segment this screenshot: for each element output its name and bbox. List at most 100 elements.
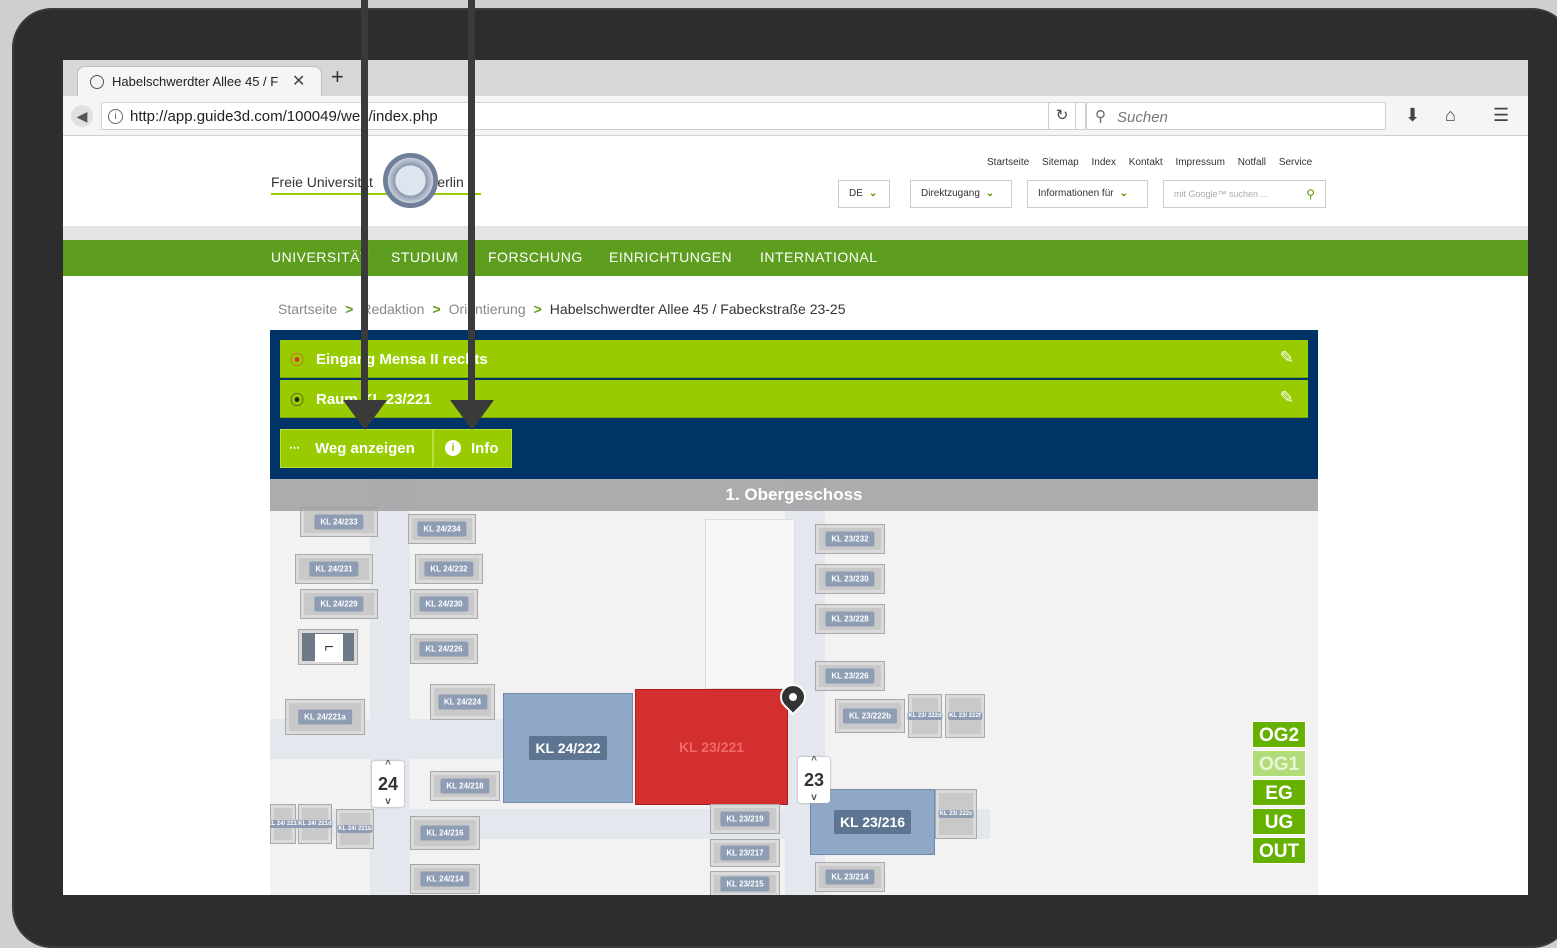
nav-forschung[interactable]: FORSCHUNG: [488, 249, 583, 265]
room[interactable]: KL 23/ 222f: [945, 694, 985, 738]
top-link-sitemap[interactable]: Sitemap: [1042, 157, 1079, 168]
top-link-index[interactable]: Index: [1092, 157, 1116, 168]
floor-button-og1[interactable]: OG1: [1252, 750, 1306, 777]
site-info-icon[interactable]: i: [108, 109, 123, 124]
university-seal-icon: [383, 153, 438, 208]
chevron-down-icon[interactable]: v: [798, 792, 830, 804]
room[interactable]: KL 24/ 221d: [297, 804, 333, 844]
floor-button-ug[interactable]: UG: [1252, 808, 1306, 835]
download-icon[interactable]: ⬇: [1405, 105, 1420, 126]
top-link-impressum[interactable]: Impressum: [1175, 157, 1224, 168]
edit-start-icon[interactable]: ✎: [1280, 348, 1294, 368]
room[interactable]: KL 24/ 221f: [270, 804, 300, 844]
top-link-notfall[interactable]: Notfall: [1238, 157, 1266, 168]
university-logo[interactable]: Freie Universität Berlin: [271, 174, 481, 195]
room-label: KL 24/226: [419, 641, 469, 657]
stairs-icon: ⌐: [315, 634, 343, 662]
room[interactable]: KL 23/226: [815, 661, 885, 691]
nav-studium[interactable]: STUDIUM: [391, 249, 458, 265]
room[interactable]: KL 23/228: [815, 604, 885, 634]
building-number: 23: [803, 770, 825, 790]
room[interactable]: KL 24/216: [410, 816, 480, 850]
breadcrumb-startseite[interactable]: Startseite: [278, 301, 337, 317]
room[interactable]: KL 23/217: [710, 839, 780, 867]
room[interactable]: KL 24/224: [430, 684, 495, 720]
room-label: KL 24/231: [309, 561, 359, 577]
room[interactable]: KL 23/230: [815, 564, 885, 594]
room[interactable]: KL 23/ 222d: [907, 694, 943, 738]
tab-bar: Habelschwerdter Allee 45 / F ✕ +: [63, 60, 1528, 96]
close-tab-icon[interactable]: ✕: [292, 71, 305, 91]
room-label: KL 24/221a: [298, 709, 352, 725]
chevron-up-icon[interactable]: ^: [798, 755, 830, 767]
nav-einrichtungen[interactable]: EINRICHTUNGEN: [609, 249, 732, 265]
browser-search-input[interactable]: ⚲ Suchen: [1086, 102, 1386, 130]
address-bar[interactable]: i http://app.guide3d.com/100049/web/inde…: [101, 102, 1086, 130]
edit-destination-icon[interactable]: ✎: [1280, 388, 1294, 408]
main-navigation: UNIVERSITÄT STUDIUM FORSCHUNG EINRICHTUN…: [63, 240, 1528, 276]
new-tab-button[interactable]: +: [331, 64, 344, 90]
top-link-service[interactable]: Service: [1279, 157, 1312, 168]
stairs-room: ⌐: [298, 629, 358, 665]
info-for-select[interactable]: Informationen für ⌄: [1027, 180, 1148, 208]
room-label: KL 24/216: [420, 825, 470, 841]
room[interactable]: KL 24/234: [408, 514, 476, 544]
chevron-right-icon: >: [345, 301, 354, 317]
room[interactable]: KL 24/226: [410, 634, 478, 664]
room-kl-23-221-target[interactable]: KL 23/221: [635, 689, 788, 805]
room[interactable]: KL 23/232: [815, 524, 885, 554]
building-24-switcher[interactable]: ^ 24 v: [372, 759, 404, 808]
info-button[interactable]: i Info: [433, 429, 512, 468]
floor-button-out[interactable]: OUT: [1252, 837, 1306, 864]
room[interactable]: KL 24/229: [300, 589, 378, 619]
room[interactable]: KL 24/218: [430, 771, 500, 801]
room[interactable]: KL 24/233: [300, 507, 378, 537]
start-location-row[interactable]: ⦿ Eingang Mensa II rechts ✎: [280, 340, 1308, 378]
building-23-switcher[interactable]: ^ 23 v: [798, 755, 830, 804]
annotation-arrow-head-2: [450, 400, 494, 430]
chevron-right-icon: >: [432, 301, 441, 317]
top-link-kontakt[interactable]: Kontakt: [1129, 157, 1163, 168]
room[interactable]: KL 23/214: [815, 862, 885, 892]
destination-row[interactable]: ⦿ Raum KL 23/221 ✎: [280, 380, 1308, 418]
annotation-arrow-shaft-2: [468, 0, 475, 400]
room[interactable]: KL 23/ 222c: [935, 789, 977, 839]
back-button[interactable]: ◀: [71, 105, 93, 127]
home-icon[interactable]: ⌂: [1445, 105, 1456, 126]
top-link-startseite[interactable]: Startseite: [987, 157, 1029, 168]
chevron-up-icon[interactable]: ^: [372, 759, 404, 771]
site-header: Freie Universität Berlin Startseite Site…: [63, 136, 1528, 226]
room[interactable]: KL 23/215: [710, 871, 780, 895]
room-label: KL 24/232: [424, 561, 474, 577]
breadcrumb-redaktion[interactable]: Redaktion: [361, 301, 424, 317]
room[interactable]: KL 24/231: [295, 554, 373, 584]
room[interactable]: KL 24/232: [415, 554, 483, 584]
room[interactable]: KL 24/230: [410, 589, 478, 619]
browser-tab[interactable]: Habelschwerdter Allee 45 / F ✕: [77, 66, 322, 96]
chevron-down-icon[interactable]: v: [372, 796, 404, 808]
search-icon[interactable]: ⚲: [1306, 181, 1315, 207]
floor-map[interactable]: 1. Obergeschoss KL 24/233 KL 24/234 KL 2…: [270, 479, 1318, 895]
show-route-button[interactable]: ⋯ Weg anzeigen: [280, 429, 433, 468]
google-search-input[interactable]: mit Google™ suchen ... ⚲: [1163, 180, 1326, 208]
nav-international[interactable]: INTERNATIONAL: [760, 249, 877, 265]
reload-button[interactable]: ↻: [1048, 102, 1076, 130]
room-label: KL 23/215: [720, 876, 770, 892]
floor-button-eg[interactable]: EG: [1252, 779, 1306, 806]
nav-universitaet[interactable]: UNIVERSITÄT: [271, 249, 369, 265]
room[interactable]: KL 24/221a: [285, 699, 365, 735]
direct-access-select[interactable]: Direktzugang ⌄: [910, 180, 1012, 208]
breadcrumb-orientierung[interactable]: Orientierung: [449, 301, 526, 317]
room[interactable]: KL 24/214: [410, 864, 480, 894]
room[interactable]: KL 23/222b: [835, 699, 905, 733]
language-select[interactable]: DE ⌄: [838, 180, 890, 208]
room-label: KL 23/221: [678, 739, 745, 755]
room-kl-24-222[interactable]: KL 24/222: [503, 693, 633, 803]
room[interactable]: KL 23/219: [710, 804, 780, 834]
chevron-down-icon: ⌄: [985, 188, 995, 199]
room-label: KL 24/ 221d: [297, 820, 333, 828]
room[interactable]: KL 24/ 221b: [336, 809, 374, 849]
google-search-placeholder: mit Google™ suchen ...: [1174, 189, 1269, 199]
menu-icon[interactable]: ☰: [1493, 105, 1509, 126]
floor-button-og2[interactable]: OG2: [1252, 721, 1306, 748]
